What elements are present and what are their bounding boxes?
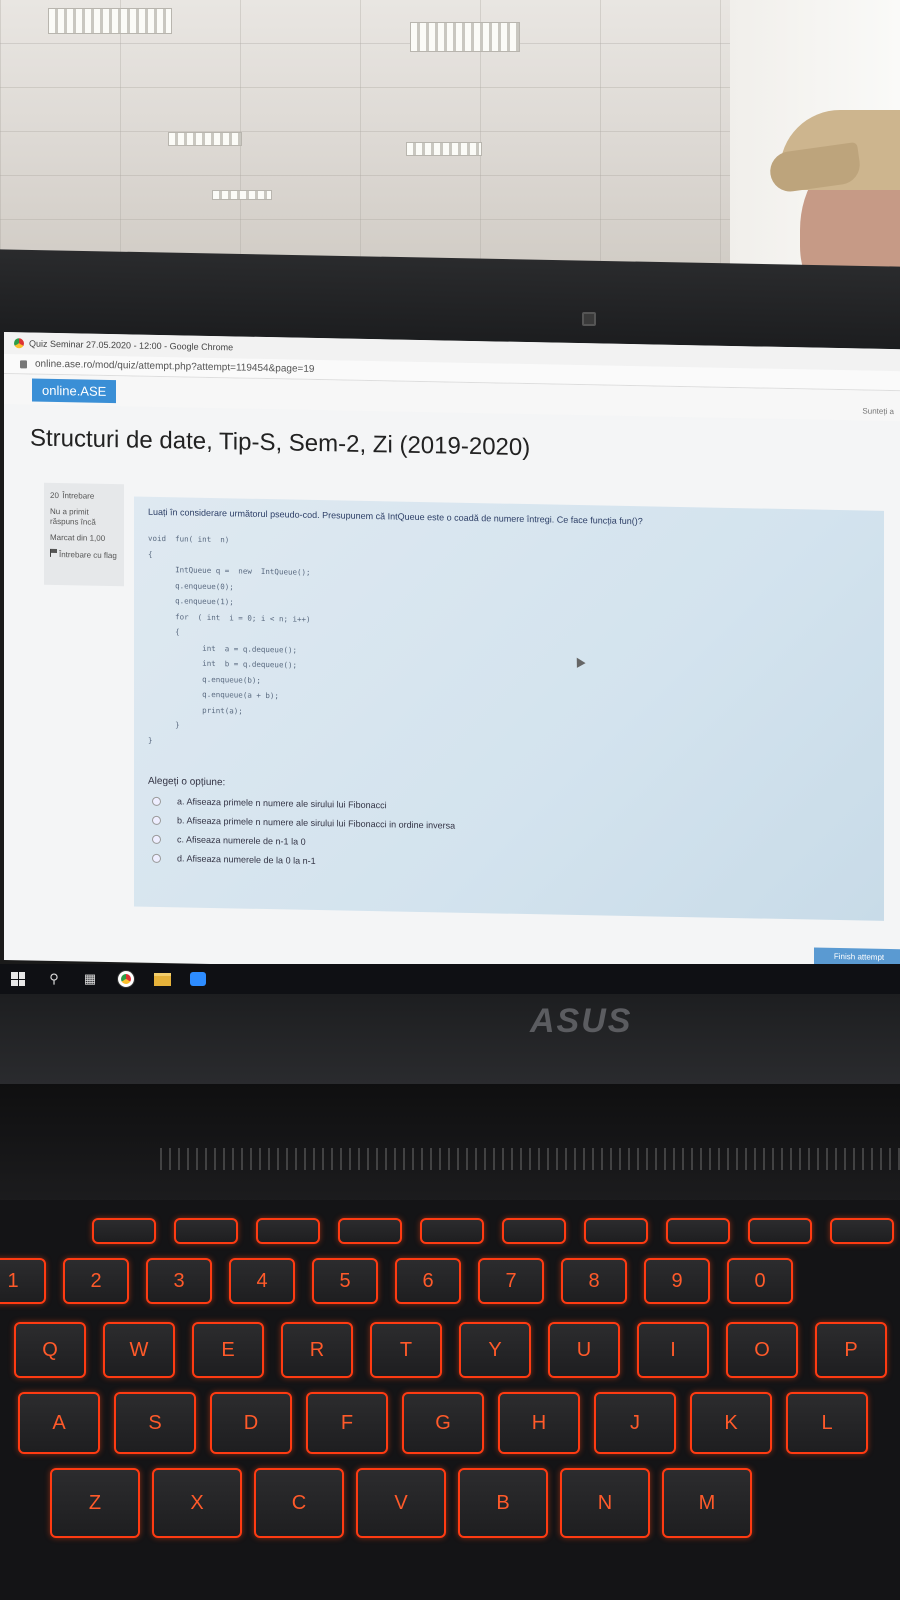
- function-key[interactable]: [502, 1218, 566, 1244]
- function-key[interactable]: [256, 1218, 320, 1244]
- key-j[interactable]: J: [594, 1392, 676, 1454]
- key-z[interactable]: Z: [50, 1468, 140, 1538]
- function-key[interactable]: [92, 1218, 156, 1244]
- ceiling-light: [48, 8, 172, 34]
- key-m[interactable]: M: [662, 1468, 752, 1538]
- question-status: Nu a primit răspuns încă: [50, 506, 96, 527]
- question-info-box: 20 Întrebare Nu a primit răspuns încă Ma…: [44, 482, 124, 587]
- radio-button[interactable]: [152, 815, 161, 825]
- window-title: Quiz Seminar 27.05.2020 - 12:00 - Google…: [29, 338, 234, 353]
- flag-icon: [50, 548, 57, 558]
- chrome-icon[interactable]: [108, 964, 144, 994]
- windows-taskbar: ⚲ ▦: [0, 964, 900, 994]
- file-explorer-icon[interactable]: [144, 964, 180, 994]
- laptop-bottom-bezel: [0, 994, 900, 1084]
- radio-button[interactable]: [152, 834, 161, 844]
- person-in-cap: [767, 110, 900, 290]
- key-r[interactable]: R: [281, 1322, 353, 1378]
- key-g[interactable]: G: [402, 1392, 484, 1454]
- key-2[interactable]: 2: [63, 1258, 129, 1304]
- code-block: void fun( int n){ IntQueue q = new IntQu…: [148, 531, 870, 762]
- key-w[interactable]: W: [103, 1322, 175, 1378]
- webcam-icon: [582, 312, 596, 326]
- key-s[interactable]: S: [114, 1392, 196, 1454]
- office-ceiling: [0, 0, 900, 290]
- key-i[interactable]: I: [637, 1322, 709, 1378]
- key-1[interactable]: 1: [0, 1258, 46, 1304]
- key-7[interactable]: 7: [478, 1258, 544, 1304]
- ceiling-light: [410, 22, 520, 52]
- laptop-screen: Quiz Seminar 27.05.2020 - 12:00 - Google…: [4, 332, 900, 978]
- ceiling-light: [212, 190, 272, 200]
- url-text[interactable]: online.ase.ro/mod/quiz/attempt.php?attem…: [35, 359, 314, 375]
- ceiling-light: [168, 132, 242, 146]
- user-menu-link[interactable]: Sunteți a: [862, 406, 894, 416]
- key-u[interactable]: U: [548, 1322, 620, 1378]
- windows-start-icon[interactable]: [0, 964, 36, 994]
- key-e[interactable]: E: [192, 1322, 264, 1378]
- task-view-icon[interactable]: ▦: [72, 964, 108, 994]
- asus-logo: ASUS: [530, 1002, 633, 1040]
- key-k[interactable]: K: [690, 1392, 772, 1454]
- flag-question-button[interactable]: Întrebare cu flag: [50, 548, 118, 561]
- site-logo-link[interactable]: online.ASE: [32, 378, 117, 404]
- question-text: Luați în considerare următorul pseudo-co…: [148, 506, 643, 527]
- function-key[interactable]: [666, 1218, 730, 1244]
- page-title: Structuri de date, Tip-S, Sem-2, Zi (201…: [30, 424, 531, 462]
- question-panel: Luați în considerare următorul pseudo-co…: [134, 496, 884, 921]
- function-key[interactable]: [748, 1218, 812, 1244]
- key-l[interactable]: L: [786, 1392, 868, 1454]
- key-f[interactable]: F: [306, 1392, 388, 1454]
- key-0[interactable]: 0: [727, 1258, 793, 1304]
- function-key[interactable]: [584, 1218, 648, 1244]
- question-marks: Marcat din 1,00: [50, 532, 106, 543]
- search-icon[interactable]: ⚲: [36, 964, 72, 994]
- key-b[interactable]: B: [458, 1468, 548, 1538]
- function-key[interactable]: [830, 1218, 894, 1244]
- key-t[interactable]: T: [370, 1322, 442, 1378]
- key-q[interactable]: Q: [14, 1322, 86, 1378]
- zoom-icon[interactable]: [180, 964, 216, 994]
- key-h[interactable]: H: [498, 1392, 580, 1454]
- key-9[interactable]: 9: [644, 1258, 710, 1304]
- answer-option-d[interactable]: d. Afiseaza numerele de la 0 la n-1: [148, 853, 870, 877]
- lock-icon: [20, 359, 27, 368]
- key-o[interactable]: O: [726, 1322, 798, 1378]
- radio-button[interactable]: [152, 796, 161, 806]
- chrome-icon: [14, 338, 24, 349]
- keyboard: 1234567890 QWERTYUIOP ASDFGHJKL ZXCVBNM: [0, 1200, 900, 1600]
- key-8[interactable]: 8: [561, 1258, 627, 1304]
- key-3[interactable]: 3: [146, 1258, 212, 1304]
- function-key[interactable]: [420, 1218, 484, 1244]
- key-d[interactable]: D: [210, 1392, 292, 1454]
- key-6[interactable]: 6: [395, 1258, 461, 1304]
- key-p[interactable]: P: [815, 1322, 887, 1378]
- photo-scene: Quiz Seminar 27.05.2020 - 12:00 - Google…: [0, 0, 900, 1600]
- question-number: 20 Întrebare: [50, 490, 95, 501]
- answer-options: a. Afiseaza primele n numere ale sirului…: [148, 796, 870, 877]
- key-y[interactable]: Y: [459, 1322, 531, 1378]
- key-4[interactable]: 4: [229, 1258, 295, 1304]
- laptop-vent: [160, 1148, 900, 1170]
- key-c[interactable]: C: [254, 1468, 344, 1538]
- key-5[interactable]: 5: [312, 1258, 378, 1304]
- key-n[interactable]: N: [560, 1468, 650, 1538]
- function-key[interactable]: [338, 1218, 402, 1244]
- key-x[interactable]: X: [152, 1468, 242, 1538]
- key-v[interactable]: V: [356, 1468, 446, 1538]
- ceiling-light: [406, 142, 482, 156]
- function-key[interactable]: [174, 1218, 238, 1244]
- radio-button[interactable]: [152, 853, 161, 863]
- key-a[interactable]: A: [18, 1392, 100, 1454]
